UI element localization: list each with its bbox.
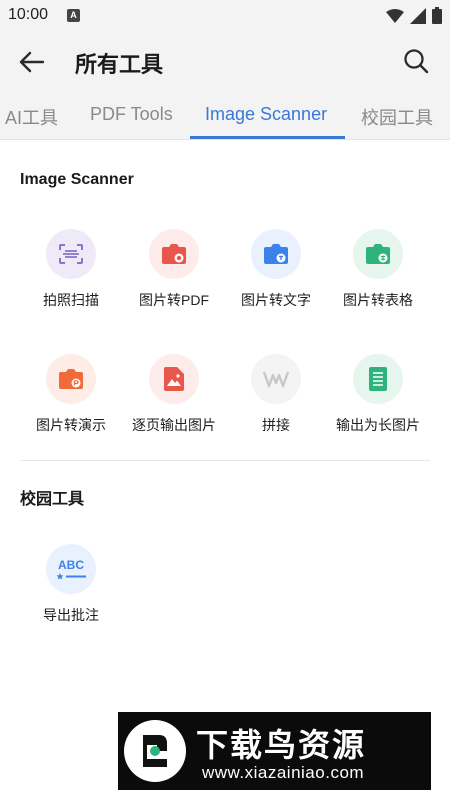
tool-image-to-pdf[interactable]: 图片转PDF — [124, 229, 224, 310]
battery-icon — [432, 7, 442, 24]
page-title: 所有工具 — [75, 52, 164, 77]
status-icons — [386, 7, 442, 24]
section-title-campus-tools: 校园工具 — [20, 491, 85, 508]
tool-export-pages-as-images[interactable]: 逐页输出图片 — [124, 354, 224, 435]
tool-label: 图片转表格 — [343, 292, 413, 308]
wifi-icon — [386, 8, 404, 23]
notification-icon: A — [67, 9, 80, 22]
watermark-url: www.xiazainiao.com — [202, 763, 365, 782]
tool-label: 图片转PDF — [139, 292, 209, 308]
abc-annotation-icon: ABC — [46, 544, 96, 594]
status-time: 10:00 — [8, 6, 49, 23]
section-title-image-scanner: Image Scanner — [20, 171, 134, 188]
active-tab-indicator — [190, 136, 345, 139]
image-export-icon — [149, 354, 199, 404]
tool-label: 图片转文字 — [241, 292, 311, 308]
svg-text:ABC: ABC — [58, 558, 84, 572]
tool-export-long-image[interactable]: 输出为长图片 — [328, 354, 428, 435]
camera-table-icon — [353, 229, 403, 279]
camera-slides-icon — [46, 354, 96, 404]
tool-image-to-table[interactable]: 图片转表格 — [328, 229, 428, 310]
app-bar: 所有工具 — [0, 32, 450, 90]
tab-campus-tools[interactable]: 校园工具 — [361, 104, 433, 130]
long-image-icon — [353, 354, 403, 404]
tool-image-to-slides[interactable]: 图片转演示 — [21, 354, 121, 435]
tab-pdf-tools[interactable]: PDF Tools — [90, 104, 173, 125]
camera-pdf-icon — [149, 229, 199, 279]
tool-label: 导出批注 — [43, 607, 99, 623]
watermark-banner: 下载鸟资源 www.xiazainiao.com — [118, 712, 431, 790]
search-icon — [404, 49, 429, 74]
signal-icon — [410, 7, 426, 24]
tool-stitch[interactable]: 拼接 — [226, 354, 326, 435]
status-bar: 10:00 A — [0, 0, 450, 32]
tool-export-annotations[interactable]: ABC 导出批注 — [21, 544, 121, 625]
tool-image-to-text[interactable]: 图片转文字 — [226, 229, 326, 310]
tool-label: 输出为长图片 — [336, 417, 420, 433]
tab-bar: AI工具 PDF Tools Image Scanner 校园工具 — [0, 90, 450, 140]
tab-ai-tools[interactable]: AI工具 — [5, 104, 58, 130]
scan-icon — [46, 229, 96, 279]
camera-text-icon — [251, 229, 301, 279]
search-button[interactable] — [400, 45, 432, 77]
tool-label: 拼接 — [262, 417, 290, 433]
tool-label: 逐页输出图片 — [132, 417, 216, 433]
stitch-icon — [251, 354, 301, 404]
watermark-title: 下载鸟资源 — [196, 727, 367, 763]
bird-logo-icon — [124, 720, 186, 782]
tab-image-scanner[interactable]: Image Scanner — [205, 104, 327, 125]
tool-label: 图片转演示 — [36, 417, 106, 433]
tool-photo-scan[interactable]: 拍照扫描 — [21, 229, 121, 310]
tool-label: 拍照扫描 — [43, 292, 99, 308]
back-button[interactable] — [16, 46, 48, 78]
arrow-left-icon — [19, 51, 45, 73]
section-divider — [20, 460, 430, 461]
